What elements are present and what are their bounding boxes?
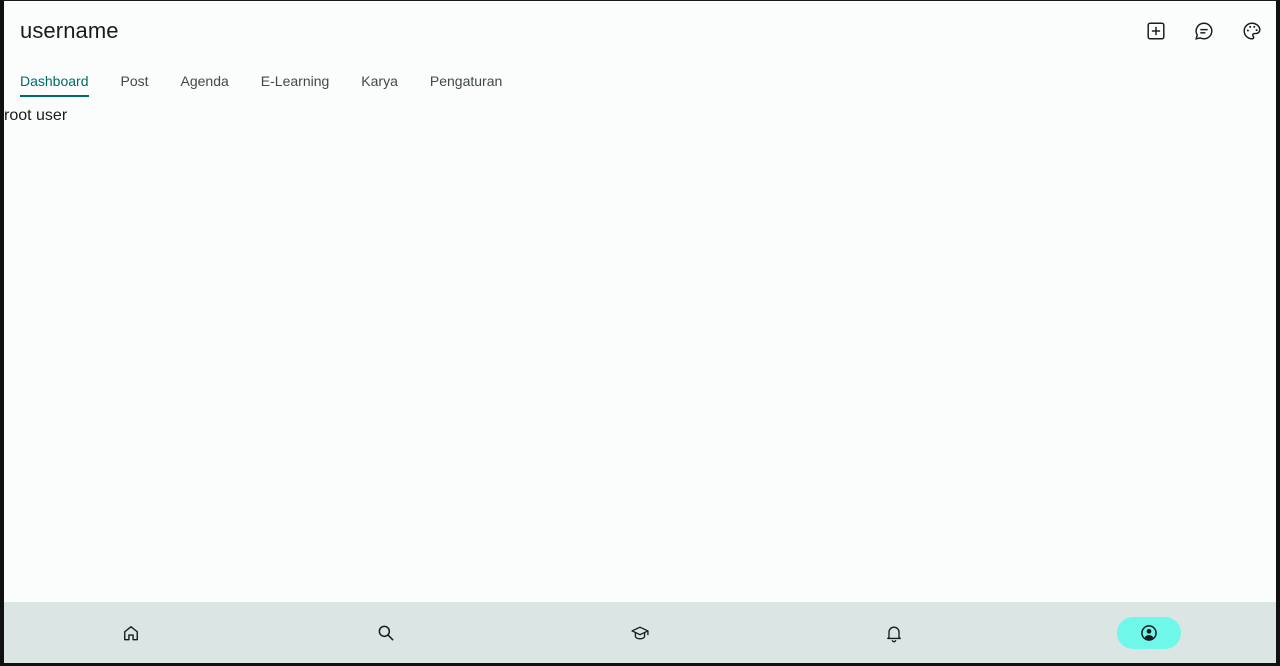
chat-icon: [1195, 22, 1213, 40]
account-circle-icon: [1140, 624, 1157, 641]
tab-label: Dashboard: [20, 73, 89, 89]
home-icon: [124, 625, 139, 640]
tab-bar: Dashboard Post Agenda E-Learning Karya P…: [20, 63, 518, 97]
tab-label: Agenda: [180, 73, 229, 89]
bell-icon: [887, 626, 902, 642]
active-tab-indicator: [20, 95, 89, 97]
window-frame: username Dashboard Post Agenda E-Learnin…: [0, 0, 1280, 666]
user-role-text: root user: [4, 107, 68, 124]
theme-button[interactable]: [1228, 15, 1276, 47]
add-button[interactable]: [1132, 15, 1180, 47]
tab-pengaturan[interactable]: Pengaturan: [414, 63, 518, 97]
bottom-navigation-bar: [4, 602, 1276, 663]
tab-agenda[interactable]: Agenda: [165, 63, 245, 97]
palette-icon: [1243, 22, 1261, 40]
page-title: username: [20, 18, 119, 43]
tab-dashboard[interactable]: Dashboard: [20, 63, 105, 97]
tab-post[interactable]: Post: [105, 63, 165, 97]
tab-karya[interactable]: Karya: [345, 63, 414, 97]
search-icon: [378, 625, 393, 640]
tab-label: Karya: [361, 73, 398, 89]
add-box-icon: [1147, 22, 1165, 40]
nav-profile[interactable]: [1116, 616, 1181, 649]
chat-button[interactable]: [1180, 15, 1228, 47]
header-actions: [1132, 15, 1276, 47]
nav-learning[interactable]: [608, 617, 672, 649]
nav-notifications[interactable]: [862, 617, 926, 649]
nav-home[interactable]: [99, 617, 163, 649]
tab-label: E-Learning: [260, 73, 330, 89]
school-icon: [631, 626, 649, 639]
tab-label: Pengaturan: [429, 73, 503, 89]
app-surface: username Dashboard Post Agenda E-Learnin…: [4, 1, 1276, 663]
nav-search[interactable]: [354, 617, 418, 649]
tab-label: Post: [120, 73, 149, 89]
top-app-bar: username: [4, 1, 1276, 61]
tab-e-learning[interactable]: E-Learning: [245, 63, 346, 97]
